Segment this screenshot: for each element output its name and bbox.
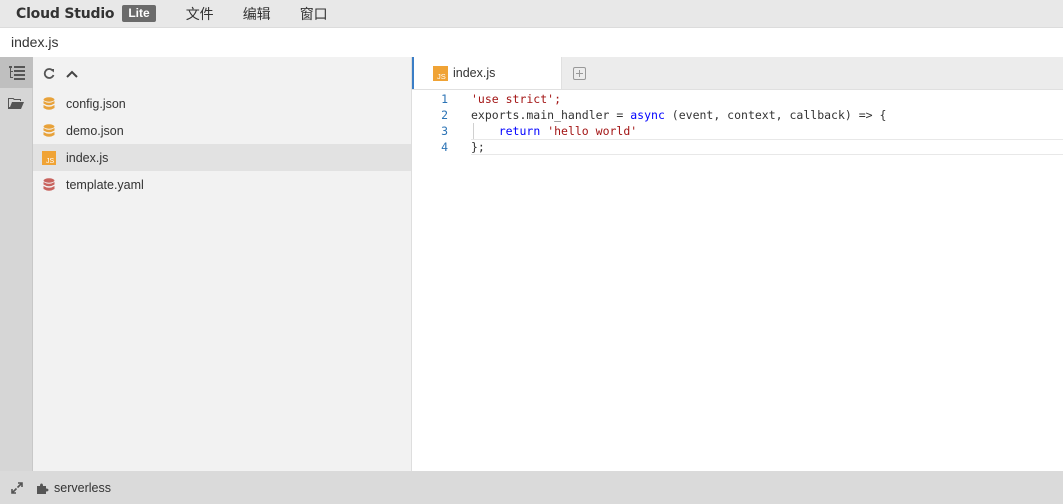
file-item-index-js[interactable]: JS index.js <box>33 144 411 171</box>
refresh-icon <box>43 67 55 79</box>
menu-file[interactable]: 文件 <box>186 4 214 24</box>
svg-text:JS: JS <box>437 72 446 81</box>
code-text: return 'hello world' <box>498 124 638 138</box>
file-item-config-json[interactable]: config.json <box>33 90 411 117</box>
tree-list-icon <box>8 65 25 80</box>
code-editor: JS index.js 1 'use strict'; 2 exports.ma… <box>412 57 1063 471</box>
line-number: 2 <box>441 108 448 122</box>
menu-window[interactable]: 窗口 <box>300 4 328 24</box>
code-text: 'use strict'; <box>471 92 562 106</box>
folder-open-icon <box>8 98 24 109</box>
code-text: exports.main_handler = async (event, con… <box>471 108 887 122</box>
file-tree: config.json demo.json JS index.js templa… <box>33 90 411 198</box>
status-bar: serverless <box>0 471 1063 504</box>
activity-explorer-button[interactable] <box>0 57 33 88</box>
code-line: 1 'use strict'; <box>412 91 1063 107</box>
collapse-button[interactable] <box>65 67 79 81</box>
file-explorer: config.json demo.json JS index.js templa… <box>33 57 412 471</box>
activity-folder-button[interactable] <box>0 88 33 119</box>
line-number: 1 <box>441 92 448 106</box>
code-line: 3 return 'hello world' <box>412 123 1063 139</box>
project-name: serverless <box>54 480 111 495</box>
edition-badge: Lite <box>122 5 156 22</box>
file-item-template-yaml[interactable]: template.yaml <box>33 171 411 198</box>
database-icon <box>42 177 56 192</box>
expand-arrows-icon <box>11 481 23 494</box>
refresh-button[interactable] <box>42 67 56 81</box>
code-area[interactable]: 1 'use strict'; 2 exports.main_handler =… <box>412 90 1063 155</box>
file-name: index.js <box>66 150 109 165</box>
indent-guide <box>473 123 474 139</box>
chevron-up-icon <box>66 70 78 78</box>
activity-bar <box>0 57 33 471</box>
code-line: 4 }; <box>412 139 1063 155</box>
add-tab-button[interactable] <box>562 57 596 89</box>
js-file-icon: JS <box>42 150 56 165</box>
current-line-highlight <box>471 139 1063 155</box>
breadcrumb-current-file: index.js <box>11 34 59 50</box>
menu-bar: Cloud Studio Lite 文件 编辑 窗口 <box>0 0 1063 28</box>
tab-index-js[interactable]: JS index.js <box>412 57 562 89</box>
code-line: 2 exports.main_handler = async (event, c… <box>412 107 1063 123</box>
plus-square-icon <box>572 66 586 80</box>
svg-text:JS: JS <box>46 158 55 165</box>
expand-button[interactable] <box>11 481 23 494</box>
file-name: demo.json <box>66 123 124 138</box>
file-name: config.json <box>66 96 126 111</box>
file-name: template.yaml <box>66 177 144 192</box>
puzzle-icon <box>37 483 49 494</box>
breadcrumb: index.js <box>0 28 1063 56</box>
project-indicator[interactable]: serverless <box>36 481 111 495</box>
app-brand: Cloud Studio <box>16 5 115 22</box>
database-icon <box>42 96 56 111</box>
line-number: 3 <box>441 124 448 138</box>
tab-label: index.js <box>453 66 496 80</box>
database-icon <box>42 123 56 138</box>
line-number: 4 <box>441 140 448 154</box>
explorer-toolbar <box>33 57 411 90</box>
js-file-icon: JS <box>433 65 448 81</box>
editor-tab-bar: JS index.js <box>412 57 1063 90</box>
file-item-demo-json[interactable]: demo.json <box>33 117 411 144</box>
menu-edit[interactable]: 编辑 <box>243 4 271 24</box>
